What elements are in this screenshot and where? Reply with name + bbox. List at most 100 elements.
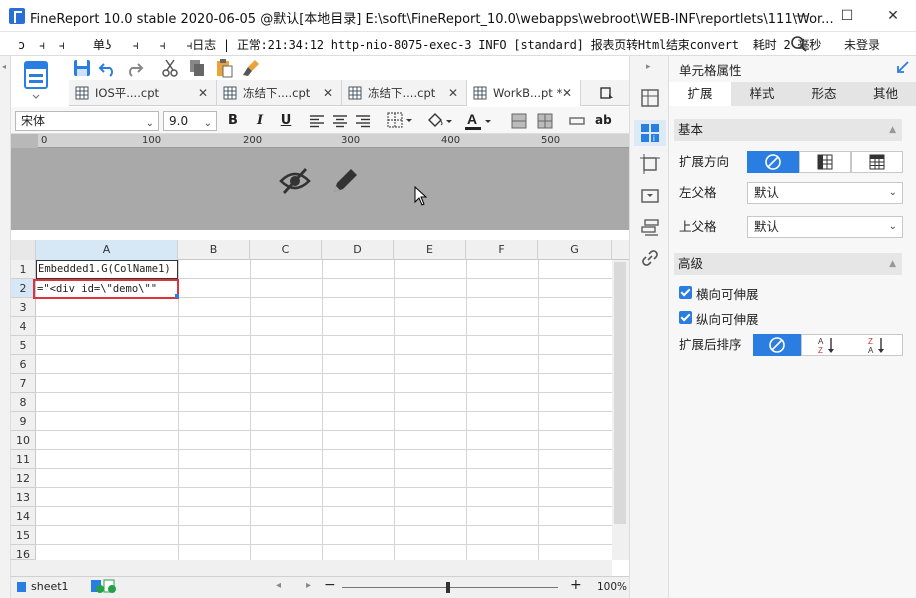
- border-icon[interactable]: [387, 112, 413, 130]
- sheet-tab[interactable]: sheet1: [15, 578, 69, 596]
- sort-descending-option[interactable]: ZA: [851, 334, 903, 356]
- underline-button[interactable]: U: [277, 112, 295, 130]
- tab-close-icon[interactable]: ✕: [562, 86, 572, 100]
- align-right-icon[interactable]: [355, 113, 371, 129]
- hide-eye-icon[interactable]: [278, 164, 312, 198]
- row-header[interactable]: 10: [11, 431, 36, 450]
- search-icon[interactable]: [790, 35, 808, 53]
- column-header[interactable]: F: [466, 240, 538, 260]
- section-advanced[interactable]: 高级 ▲: [674, 253, 902, 275]
- column-header[interactable]: C: [250, 240, 322, 260]
- redo-icon[interactable]: [124, 58, 144, 78]
- maximize-button[interactable]: ☐: [824, 0, 870, 32]
- italic-button[interactable]: I: [251, 112, 269, 130]
- tab-ios[interactable]: IOS平....cpt ✕: [69, 80, 217, 106]
- tab-freeze-1[interactable]: 冻结下....cpt ✕: [217, 80, 342, 106]
- row-header[interactable]: 12: [11, 469, 36, 488]
- expand-vertical-option[interactable]: [799, 151, 851, 173]
- collapse-panel-icon[interactable]: [896, 60, 910, 74]
- expand-horizontal-option[interactable]: [851, 151, 903, 173]
- row-header[interactable]: 14: [11, 507, 36, 526]
- tab-freeze-2[interactable]: 冻结下....cpt ✕: [342, 80, 467, 106]
- widget-icon[interactable]: [640, 186, 660, 206]
- zoom-out-button[interactable]: −: [324, 577, 336, 593]
- align-left-icon[interactable]: [309, 113, 325, 129]
- column-header[interactable]: G: [538, 240, 612, 260]
- zoom-in-button[interactable]: +: [570, 577, 582, 593]
- tab-close-icon[interactable]: ✕: [448, 86, 458, 100]
- tab-list-icon[interactable]: [599, 85, 615, 101]
- row-header[interactable]: 9: [11, 412, 36, 431]
- font-size-select[interactable]: 9.0 ⌄: [163, 111, 217, 131]
- cell-attributes-icon[interactable]: i: [634, 120, 666, 146]
- split-cells-icon[interactable]: [537, 113, 553, 129]
- row-header[interactable]: 7: [11, 374, 36, 393]
- undo-icon[interactable]: [98, 58, 118, 78]
- font-color-icon[interactable]: A: [463, 110, 493, 132]
- collapse-arrow-icon[interactable]: ◂: [2, 62, 6, 71]
- column-header[interactable]: A: [36, 240, 178, 260]
- format-painter-icon[interactable]: [241, 58, 261, 78]
- close-button[interactable]: ✕: [870, 0, 916, 32]
- row-header[interactable]: 11: [11, 450, 36, 469]
- design-preview-area[interactable]: [11, 134, 629, 230]
- condition-attributes-icon[interactable]: [640, 218, 660, 238]
- row-header[interactable]: 5: [11, 336, 36, 355]
- bold-button[interactable]: B: [224, 112, 242, 130]
- tab-close-icon[interactable]: ✕: [323, 86, 333, 100]
- fill-handle[interactable]: [175, 294, 179, 298]
- cell-style-icon[interactable]: [569, 113, 585, 129]
- tab-close-icon[interactable]: ✕: [198, 86, 208, 100]
- row-header[interactable]: 3: [11, 298, 36, 317]
- zoom-slider-thumb[interactable]: [446, 582, 450, 593]
- cell-a2-selected[interactable]: ="<div id=\"demo\"": [33, 279, 179, 299]
- row-header[interactable]: 4: [11, 317, 36, 336]
- float-element-icon[interactable]: [640, 154, 660, 174]
- column-header[interactable]: D: [322, 240, 394, 260]
- sort-ascending-option[interactable]: AZ: [801, 334, 851, 356]
- login-link[interactable]: 未登录: [844, 36, 880, 53]
- cut-icon[interactable]: [160, 58, 180, 78]
- row-header[interactable]: 13: [11, 488, 36, 507]
- horizontal-expandable-checkbox[interactable]: [679, 286, 692, 299]
- tab-expand[interactable]: 扩展: [669, 82, 731, 106]
- select-all-corner[interactable]: [11, 240, 36, 260]
- edit-pencil-icon[interactable]: [328, 164, 362, 198]
- cell-a1[interactable]: Embedded1.G(ColName1): [36, 260, 178, 279]
- template-cell-icon[interactable]: [640, 88, 660, 108]
- font-family-select[interactable]: 宋体 ⌄: [15, 111, 159, 131]
- paste-icon[interactable]: [214, 58, 234, 78]
- column-header[interactable]: E: [394, 240, 466, 260]
- section-basic[interactable]: 基本 ▲: [674, 119, 902, 141]
- column-header[interactable]: B: [178, 240, 250, 260]
- row-header[interactable]: 16: [11, 545, 36, 561]
- scroll-right-icon[interactable]: ▸: [306, 580, 311, 591]
- left-parent-select[interactable]: 默认 ⌄: [747, 182, 903, 204]
- vertical-scroll-thumb[interactable]: [614, 262, 626, 524]
- merge-cells-icon[interactable]: [511, 113, 527, 129]
- hyperlink-icon[interactable]: [640, 248, 660, 268]
- sort-none-option[interactable]: [753, 334, 801, 356]
- tab-form[interactable]: 形态: [793, 82, 855, 106]
- row-header[interactable]: 15: [11, 526, 36, 545]
- copy-icon[interactable]: [187, 58, 207, 78]
- tab-workbook[interactable]: WorkB...pt * ✕: [467, 80, 581, 106]
- cell-grid[interactable]: [36, 260, 612, 560]
- row-header[interactable]: 8: [11, 393, 36, 412]
- add-sheet-icon[interactable]: [90, 579, 116, 594]
- tab-style[interactable]: 样式: [731, 82, 793, 106]
- vertical-expandable-checkbox[interactable]: [679, 311, 692, 324]
- minimize-button[interactable]: —: [778, 0, 824, 32]
- auto-wrap-button[interactable]: ab: [595, 113, 612, 127]
- expand-none-option[interactable]: [747, 151, 799, 173]
- up-parent-select[interactable]: 默认 ⌄: [747, 216, 903, 238]
- left-collapse-strip[interactable]: ◂: [0, 56, 11, 598]
- template-tool-button[interactable]: [14, 58, 62, 108]
- expand-arrow-icon[interactable]: ▸: [646, 62, 651, 72]
- fill-color-icon[interactable]: [425, 111, 453, 131]
- align-center-icon[interactable]: [332, 113, 348, 129]
- scroll-left-icon[interactable]: ◂: [276, 580, 281, 591]
- row-header[interactable]: 6: [11, 355, 36, 374]
- zoom-slider-track[interactable]: [342, 587, 558, 588]
- tab-other[interactable]: 其他: [855, 82, 916, 106]
